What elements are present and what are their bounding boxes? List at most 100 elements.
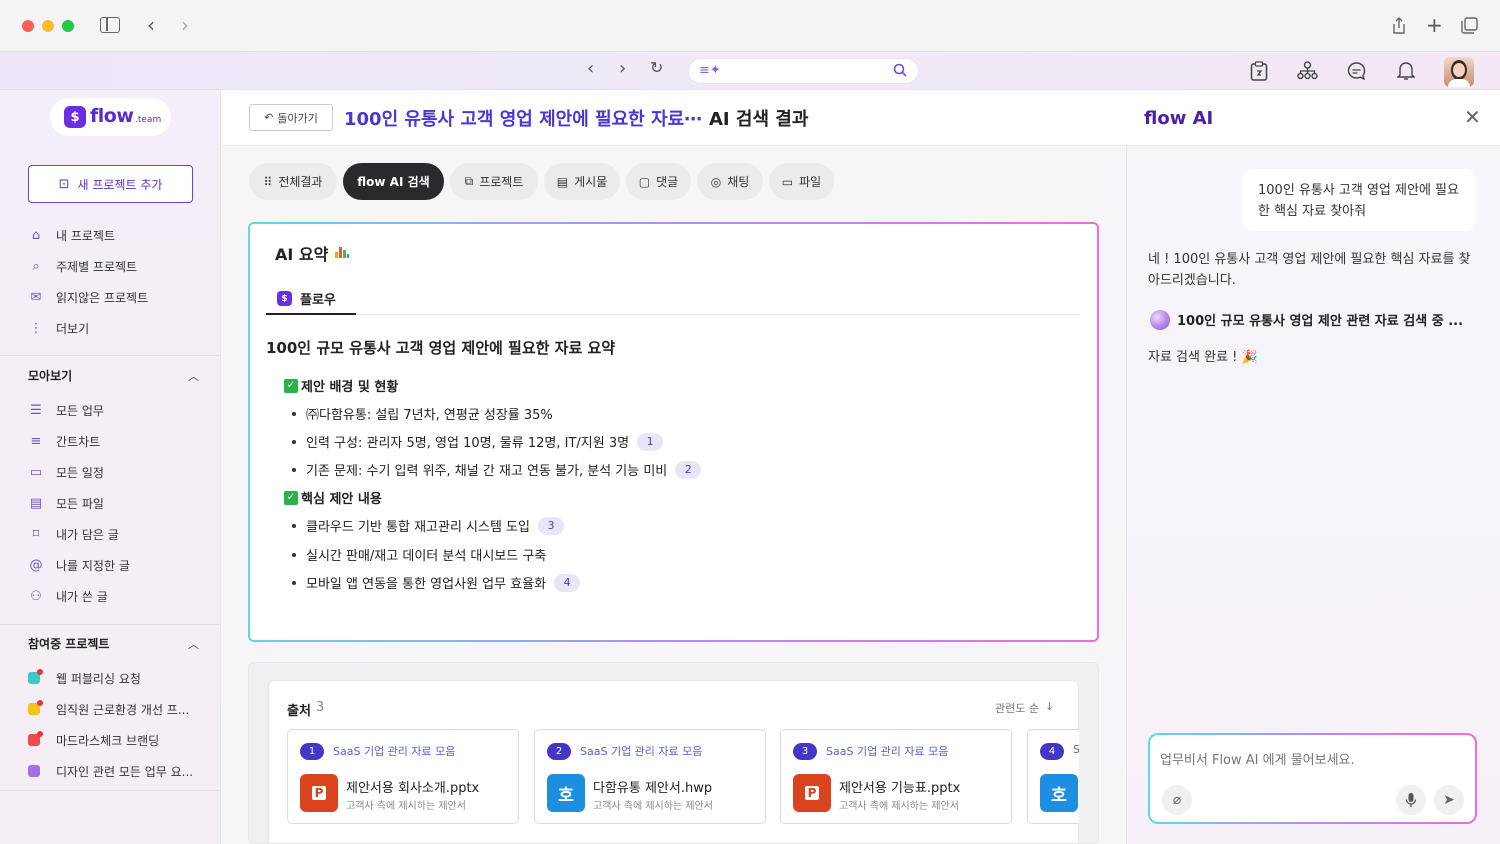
- sidebar-item-label: 모든 업무: [56, 403, 104, 418]
- ai-chat-input[interactable]: [1160, 749, 1460, 773]
- sidebar-item-label: 내가 담은 글: [56, 527, 119, 542]
- arrow-down-icon: ↓: [1044, 700, 1055, 713]
- back-label: 돌아가기: [277, 111, 318, 125]
- message-icon[interactable]: [1346, 61, 1367, 85]
- sidebar-item-saved-posts[interactable]: ⌑ 내가 담은 글: [28, 524, 119, 544]
- sidebar-project-work-environment[interactable]: 임직원 근로환경 개선 프...: [28, 699, 189, 719]
- clipboard-icon[interactable]: [1250, 61, 1268, 85]
- source-card[interactable]: 4 S 호: [1027, 729, 1079, 824]
- source-number: 2: [547, 743, 571, 760]
- sidebar-item-more[interactable]: ⋮ 더보기: [28, 318, 90, 338]
- source-number: 1: [300, 743, 324, 760]
- chevron-up-icon[interactable]: ︿: [188, 636, 199, 652]
- tab-all-results[interactable]: ⠿ 전체결과: [249, 163, 337, 200]
- sidebar-toggle-icon[interactable]: [100, 17, 120, 33]
- sidebar-item-label: 마드라스체크 브랜딩: [56, 733, 160, 748]
- sidebar-project-branding[interactable]: 마드라스체크 브랜딩: [28, 730, 159, 750]
- tab-files[interactable]: ▭ 파일: [769, 163, 834, 200]
- bell-icon[interactable]: [1396, 60, 1416, 85]
- maximize-window-button[interactable]: [62, 20, 74, 32]
- citation-badge[interactable]: 4: [554, 573, 581, 592]
- divider: [0, 790, 221, 791]
- source-card[interactable]: 3 SaaS 기업 관리 자료 모음 P 제안서용 기능표.pptx 고객사 측…: [780, 729, 1012, 824]
- sidebar-item-all-files[interactable]: ▤ 모든 파일: [28, 493, 104, 513]
- projects-section-title: 참여중 프로젝트: [28, 637, 110, 651]
- logo-suffix: .team: [135, 115, 162, 125]
- sources-title-text: 출처: [287, 704, 311, 719]
- tab-projects[interactable]: ⧉ 프로젝트: [450, 163, 538, 200]
- refresh-icon[interactable]: ↻: [650, 60, 663, 76]
- attach-icon[interactable]: ⌀: [1162, 785, 1192, 815]
- list-item-text: 인력 구성: 관리자 5명, 영업 10명, 물류 12명, IT/지원 3명: [306, 436, 630, 451]
- minimize-window-button[interactable]: [42, 20, 54, 32]
- sidebar-item-gantt[interactable]: ≡ 간트차트: [28, 431, 101, 451]
- tab-posts[interactable]: ▤ 게시물: [544, 163, 620, 200]
- browser-forward-icon[interactable]: ›: [181, 15, 189, 35]
- ai-chat-input-box[interactable]: ⌀ ➤: [1148, 733, 1477, 824]
- close-window-button[interactable]: [22, 20, 34, 32]
- chat-icon: ◎: [710, 174, 722, 189]
- sidebar-project-web-publishing[interactable]: 웹 퍼블리싱 요청: [28, 668, 141, 688]
- list-item: ㈜다함유통: 설립 7년차, 연평균 성장률 35%: [292, 404, 553, 423]
- tab-flow-ai-search[interactable]: flow AI 검색: [343, 163, 444, 200]
- sidebar-item-label: 더보기: [56, 321, 90, 336]
- search-input[interactable]: [729, 62, 879, 80]
- sidebar-item-my-posts[interactable]: ⚇ 내가 쓴 글: [28, 586, 108, 606]
- new-project-icon: ⊡: [58, 176, 70, 192]
- search-icon: ⌕: [32, 258, 40, 274]
- send-icon[interactable]: ➤: [1434, 785, 1464, 815]
- tab-comments[interactable]: ▢ 댓글: [626, 163, 691, 200]
- ai-summary-title: AI 요약: [275, 241, 350, 265]
- sources-count: 3: [315, 700, 325, 715]
- new-project-button[interactable]: ⊡ 새 프로젝트 추가: [28, 165, 193, 203]
- ai-loading-orb-icon: [1150, 310, 1170, 330]
- tabs-overview-icon[interactable]: [1461, 17, 1478, 38]
- browser-back-icon[interactable]: ‹: [147, 15, 155, 35]
- sidebar-item-my-projects[interactable]: ⌂ 내 프로젝트: [28, 225, 115, 245]
- back-button[interactable]: ↶ 돌아가기: [249, 104, 333, 131]
- sidebar-project-design[interactable]: 디자인 관련 모든 업무 요...: [28, 761, 193, 781]
- sidebar-item-topic-projects[interactable]: ⌕ 주제별 프로젝트: [28, 256, 137, 276]
- search-bar[interactable]: ≡✦: [688, 58, 919, 84]
- nav-forward-icon[interactable]: ›: [619, 60, 626, 78]
- citation-badge[interactable]: 2: [675, 460, 702, 479]
- new-project-label: 새 프로젝트 추가: [77, 177, 163, 192]
- citation-badge[interactable]: 1: [637, 432, 664, 451]
- sidebar-item-all-tasks[interactable]: ☰ 모든 업무: [28, 400, 104, 420]
- pptx-file-icon: P: [793, 774, 831, 812]
- source-card[interactable]: 2 SaaS 기업 관리 자료 모음 호 다함유통 제안서.hwp 고객사 측에…: [534, 729, 766, 824]
- sort-dropdown[interactable]: 관련도 순 ↓: [995, 700, 1054, 716]
- ai-panel-title: flow AI: [1144, 108, 1214, 129]
- source-file-name: 제안서용 기능표.pptx: [839, 781, 961, 796]
- flow-logo[interactable]: $ flow .team: [50, 98, 171, 136]
- close-icon[interactable]: ✕: [1464, 105, 1481, 129]
- sort-label: 관련도 순: [995, 702, 1039, 715]
- new-tab-icon[interactable]: +: [1426, 15, 1443, 35]
- sidebar-item-all-schedules[interactable]: ▭ 모든 일정: [28, 462, 104, 482]
- source-file-description: 고객사 측에 제시하는 제안서: [593, 801, 713, 812]
- chevron-up-icon[interactable]: ︿: [188, 368, 199, 384]
- citation-badge[interactable]: 3: [537, 516, 564, 535]
- active-tab-indicator: [266, 313, 356, 315]
- search-icon[interactable]: [893, 62, 907, 81]
- source-file-description: 고객사 측에 제시하는 제안서: [346, 801, 466, 812]
- sidebar-item-label: 모든 일정: [56, 465, 104, 480]
- file-type-glyph: P: [804, 786, 820, 800]
- checkmark-icon: ✓: [284, 490, 298, 505]
- org-chart-icon[interactable]: [1297, 61, 1318, 84]
- tab-chat[interactable]: ◎ 채팅: [697, 163, 763, 200]
- nav-back-icon[interactable]: ‹: [587, 60, 594, 78]
- avatar[interactable]: [1444, 57, 1474, 87]
- list-item: 클라우드 기반 통합 재고관리 시스템 도입 3: [292, 516, 564, 535]
- home-icon: ⌂: [31, 227, 41, 243]
- source-card[interactable]: 1 SaaS 기업 관리 자료 모음 P 제안서용 회사소개.pptx 고객사 …: [287, 729, 519, 824]
- section-header-proposal: ✓ 핵심 제안 내용: [284, 488, 382, 507]
- sidebar-item-unread-projects[interactable]: ✉ 읽지않은 프로젝트: [28, 287, 149, 307]
- share-icon[interactable]: [1392, 17, 1406, 34]
- sidebar-item-label: 디자인 관련 모든 업무 요...: [56, 764, 194, 779]
- microphone-icon[interactable]: [1396, 785, 1426, 815]
- sidebar-item-mentions[interactable]: @ 나를 지정한 글: [28, 555, 130, 575]
- divider: [0, 624, 221, 625]
- list-item-text: 기존 문제: 수기 입력 위주, 채널 간 재고 연동 불가, 분석 기능 미비: [306, 464, 668, 479]
- summary-source-tab[interactable]: $ 플로우: [277, 289, 336, 308]
